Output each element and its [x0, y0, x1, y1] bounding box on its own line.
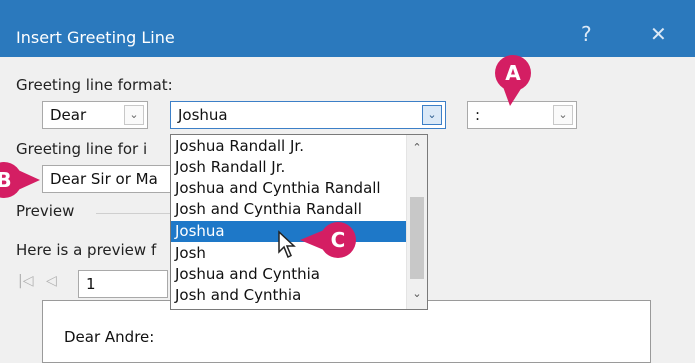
preview-here-label: Here is a preview f	[16, 241, 157, 259]
invalid-greeting-value: Dear Sir or Ma	[50, 170, 158, 188]
chevron-down-icon[interactable]: ⌄	[124, 105, 144, 125]
preview-divider	[96, 213, 176, 214]
record-number-input[interactable]: 1	[78, 270, 168, 298]
callout-b-pointer	[18, 170, 40, 190]
list-item[interactable]: Josh and Cynthia Randall	[175, 199, 404, 220]
list-item[interactable]: Joshua and Cynthia Randall	[175, 178, 404, 199]
window-title: Insert Greeting Line	[16, 28, 175, 47]
salutation-value: Dear	[50, 106, 87, 124]
chevron-down-icon[interactable]: ⌄	[422, 105, 442, 125]
help-button[interactable]: ?	[581, 22, 592, 46]
list-scrollbar[interactable]: ⌃ ⌄	[406, 135, 427, 309]
name-format-value: Joshua	[178, 106, 228, 124]
close-button[interactable]: ✕	[650, 22, 667, 46]
first-record-icon[interactable]: |◁	[18, 273, 33, 289]
list-item[interactable]: Josh Randall Jr.	[175, 157, 404, 178]
greeting-format-label: Greeting line format:	[16, 76, 173, 94]
scroll-down-icon[interactable]: ⌄	[407, 287, 427, 300]
salutation-select[interactable]: Dear ⌄	[42, 101, 148, 129]
previous-record-icon[interactable]: ◁	[46, 273, 57, 289]
preview-section-label: Preview	[16, 202, 75, 220]
title-bar: Insert Greeting Line ? ✕	[0, 0, 695, 57]
scroll-thumb[interactable]	[410, 197, 424, 279]
callout-a-pointer	[502, 84, 524, 106]
list-item[interactable]: Joshua Randall Jr.	[175, 136, 404, 157]
list-item[interactable]: Joshua and Cynthia	[175, 264, 404, 285]
punctuation-value: :	[475, 106, 481, 124]
record-number-value: 1	[86, 275, 96, 293]
preview-text: Dear Andre:	[64, 328, 155, 346]
callout-c: C	[320, 222, 356, 258]
list-item[interactable]: Josh and Cynthia	[175, 285, 404, 306]
name-format-select[interactable]: Joshua ⌄	[170, 101, 446, 129]
invalid-recipient-label: Greeting line for i	[16, 140, 148, 158]
name-format-dropdown-list[interactable]: Joshua Randall Jr. Josh Randall Jr. Josh…	[170, 134, 428, 310]
callout-c-pointer	[300, 230, 324, 250]
cursor-icon	[278, 230, 296, 259]
chevron-down-icon[interactable]: ⌄	[553, 105, 573, 125]
scroll-up-icon[interactable]: ⌃	[407, 141, 427, 154]
